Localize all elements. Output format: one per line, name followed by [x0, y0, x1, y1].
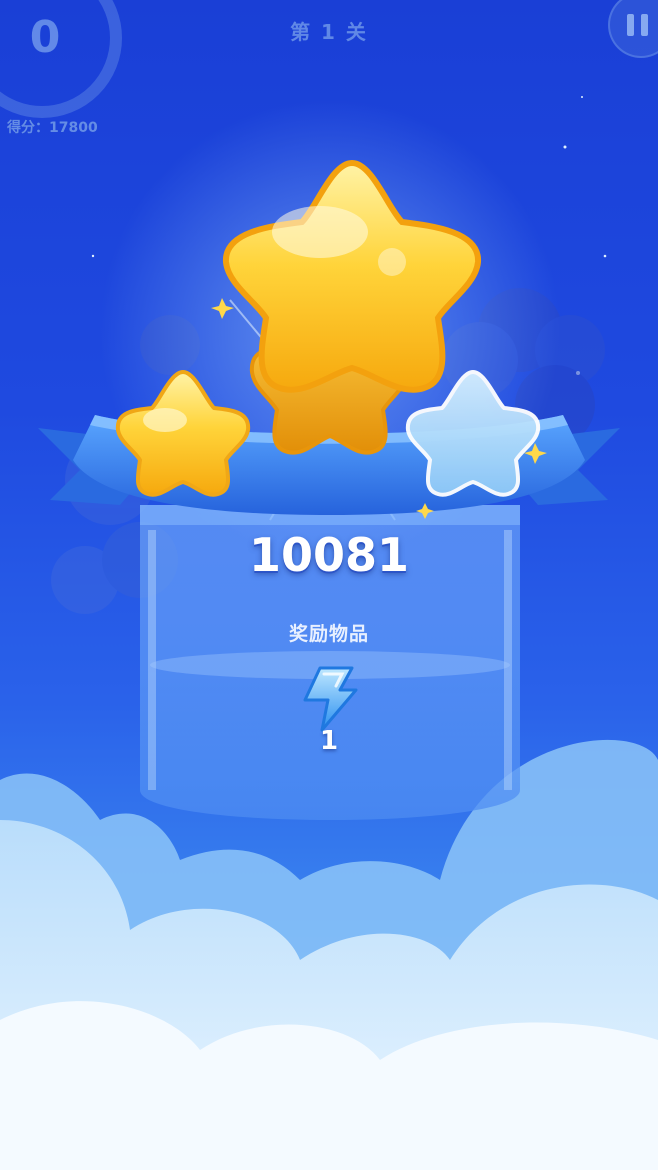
reward-label: 奖励物品: [288, 623, 369, 645]
reward-score: 10081: [248, 528, 410, 582]
moves-counter: 0: [0, 0, 122, 98]
game-scene: [0, 0, 658, 1170]
reward-item-count: 1: [319, 726, 339, 756]
score-label: 得分：17800: [7, 120, 98, 136]
level-title: 第 1 关: [290, 20, 368, 44]
moves-left-number: 0: [29, 12, 61, 63]
